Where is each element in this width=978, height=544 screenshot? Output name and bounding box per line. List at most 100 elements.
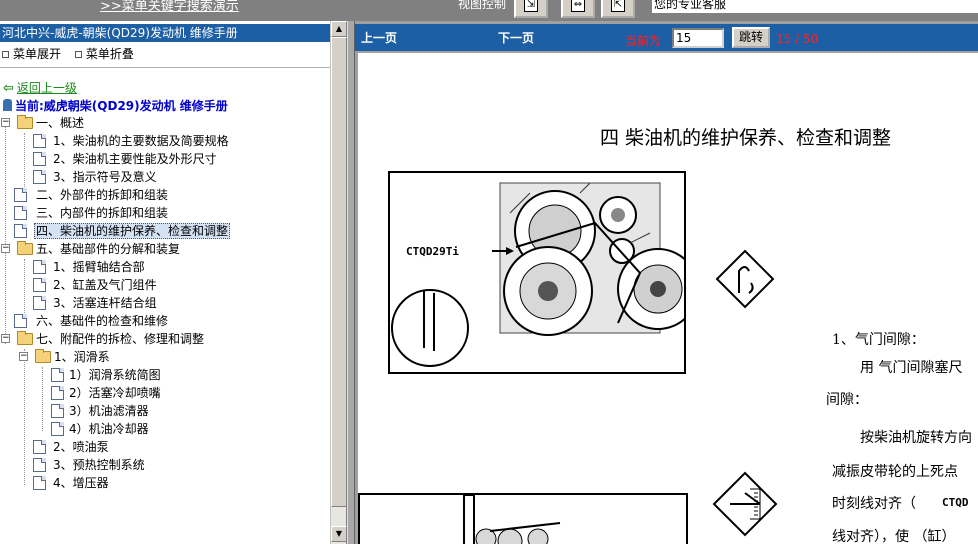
collapse-toggle-icon[interactable]: −: [1, 334, 10, 343]
fit-view-button[interactable]: ⇲: [514, 0, 548, 18]
collapse-toggle-icon[interactable]: −: [19, 352, 28, 361]
paragraph-line: 间隙：: [826, 392, 868, 408]
current-page-label: 当前为: [625, 34, 662, 48]
menu-toggle-row: 菜单展开 菜单折叠: [0, 45, 134, 61]
document-icon: [33, 278, 46, 292]
paragraph-line: 线对齐），使 （缸）: [832, 529, 956, 544]
current-marker-icon: [3, 99, 12, 111]
document-icon: [51, 422, 64, 436]
adjustment-symbol-icon: [712, 471, 778, 537]
scroll-up-icon[interactable]: ▲: [331, 21, 347, 37]
collapse-toggle-icon[interactable]: −: [1, 244, 10, 253]
tree-node-label: 五、基础部件的分解和装复: [36, 242, 181, 256]
tree-node-label: 三、内部件的拆卸和组装: [36, 206, 169, 220]
section-title: 1、气门间隙：: [832, 332, 925, 348]
folder-open-icon: [17, 331, 33, 345]
fit-width-icon: ⇔: [571, 0, 585, 12]
tree-connector: [5, 124, 6, 344]
tree-node-label: 3）机油滤清器: [69, 404, 149, 418]
expand-all-link[interactable]: 菜单展开: [13, 47, 61, 61]
jump-button[interactable]: 跳转: [732, 27, 770, 48]
collapse-all-link[interactable]: 菜单折叠: [86, 47, 134, 61]
folder-open-icon: [35, 349, 51, 363]
fit-width-button[interactable]: ⇔: [561, 0, 595, 18]
expand-square-icon: [2, 50, 9, 58]
frame-splitter[interactable]: [347, 21, 355, 544]
tree-node-label: 2）活塞冷却喷嘴: [69, 386, 161, 400]
tree-node-label: 2、柴油机主要性能及外形尺寸: [53, 152, 217, 166]
collapse-toggle-icon[interactable]: −: [1, 118, 10, 127]
tree-node-label: 1、润滑系: [54, 350, 110, 364]
document-icon: [51, 386, 64, 400]
document-icon: [14, 314, 27, 328]
tree-node-label: 3、预热控制系统: [53, 458, 145, 472]
document-icon: [33, 458, 46, 472]
back-row[interactable]: ⇦ 返回上一级: [3, 79, 77, 96]
document-icon: [33, 440, 46, 454]
page-count: 15 / 50: [776, 32, 819, 46]
menu-panel: 河北中兴-威虎-朝柴(QD29)发动机 维修手册 菜单展开 菜单折叠 ⇦ 返回上一…: [0, 21, 347, 544]
document-icon: [14, 224, 27, 238]
tree-node-label: 二、外部件的拆卸和组装: [36, 188, 169, 202]
manual-title: 河北中兴-威虎-朝柴(QD29)发动机 维修手册: [0, 24, 330, 42]
document-icon: [33, 152, 46, 166]
tree-node-label: 四、柴油机的维护保养、检查和调整: [34, 223, 231, 239]
document-icon: [33, 476, 46, 490]
paragraph-line: 时刻线对齐（: [832, 496, 916, 512]
tree-connector: [24, 133, 25, 187]
engine-model-inline: CTQD: [942, 496, 969, 509]
document-icon: [33, 170, 46, 184]
folder-open-icon: [17, 241, 33, 255]
search-demo-link[interactable]: >>菜单关键字搜索演示: [100, 0, 239, 14]
engine-model-label: CTQD29Ti: [406, 245, 459, 258]
folder-open-icon: [17, 115, 33, 129]
tree-node-label: 1）润滑系统简图: [69, 368, 161, 382]
next-page-link[interactable]: 下一页: [498, 29, 534, 46]
page-nav-bar: 上一页 下一页 当前为 跳转 15 / 50: [355, 24, 948, 51]
tree-connector: [24, 259, 25, 313]
actual-size-button[interactable]: ⇱: [601, 0, 635, 18]
current-location: 当前:威虎朝柴(QD29)发动机 维修手册: [3, 97, 228, 114]
tree-node-label: 3、活塞连杆结合组: [53, 296, 157, 310]
back-arrow-icon: ⇦: [3, 81, 14, 96]
page-heading: 四 柴油机的维护保养、检查和调整: [600, 127, 892, 149]
context-text: 您的专业客服: [652, 0, 978, 13]
nav-bar-filler: [948, 24, 978, 51]
back-link[interactable]: 返回上一级: [17, 81, 77, 95]
document-icon: [51, 368, 64, 382]
inspection-symbol-icon: [715, 249, 775, 309]
prev-page-link[interactable]: 上一页: [361, 29, 397, 46]
tree-node-label: 2、喷油泵: [53, 440, 109, 454]
engine-drawing: [391, 182, 684, 367]
tree-node-label: 1、柴油机的主要数据及简要规格: [53, 134, 229, 148]
scroll-down-icon[interactable]: ▼: [331, 526, 347, 542]
paragraph-line: 减振皮带轮的上死点: [832, 464, 958, 480]
tree-connector: [24, 349, 25, 485]
tree-node-label: 2、缸盖及气门组件: [53, 278, 157, 292]
divider: [0, 67, 330, 68]
scroll-thumb[interactable]: [331, 37, 347, 507]
collapse-square-icon: [74, 50, 82, 58]
view-control-label: 视图控制: [458, 0, 507, 11]
manual-page: 四 柴油机的维护保养、检查和调整 CTQD29Ti 1、气门间隙： 用 气门间隙…: [358, 53, 978, 544]
document-icon: [33, 296, 46, 310]
page-number-input[interactable]: [672, 28, 724, 48]
tool-drawing: [463, 495, 561, 544]
document-icon: [14, 206, 27, 220]
tree-node-label: 六、基础件的检查和维修: [36, 314, 169, 328]
feeler-gauge-figure: [358, 493, 688, 544]
paragraph-line: 按柴油机旋转方向: [860, 430, 972, 446]
paragraph-line: 用 气门间隙塞尺: [860, 360, 963, 376]
tree-node-label: 4、增压器: [53, 476, 109, 490]
fit-view-icon: ⇲: [524, 0, 538, 12]
document-frame: 上一页 下一页 当前为 跳转 15 / 50 四 柴油机的维护保养、检查和调整: [355, 21, 978, 544]
engine-figure: [388, 171, 686, 374]
top-toolbar: >>菜单关键字搜索演示 视图控制 ⇲ ⇔ ⇱ 您的专业客服: [0, 0, 978, 21]
document-icon: [33, 134, 46, 148]
tree-node-label: 一、概述: [36, 116, 85, 130]
menu-scrollbar[interactable]: ▲ ▼: [330, 21, 347, 544]
document-icon: [51, 404, 64, 418]
document-icon: [14, 188, 27, 202]
tree-node-label: 4）机油冷却器: [69, 422, 149, 436]
tree-connector: [42, 367, 43, 431]
